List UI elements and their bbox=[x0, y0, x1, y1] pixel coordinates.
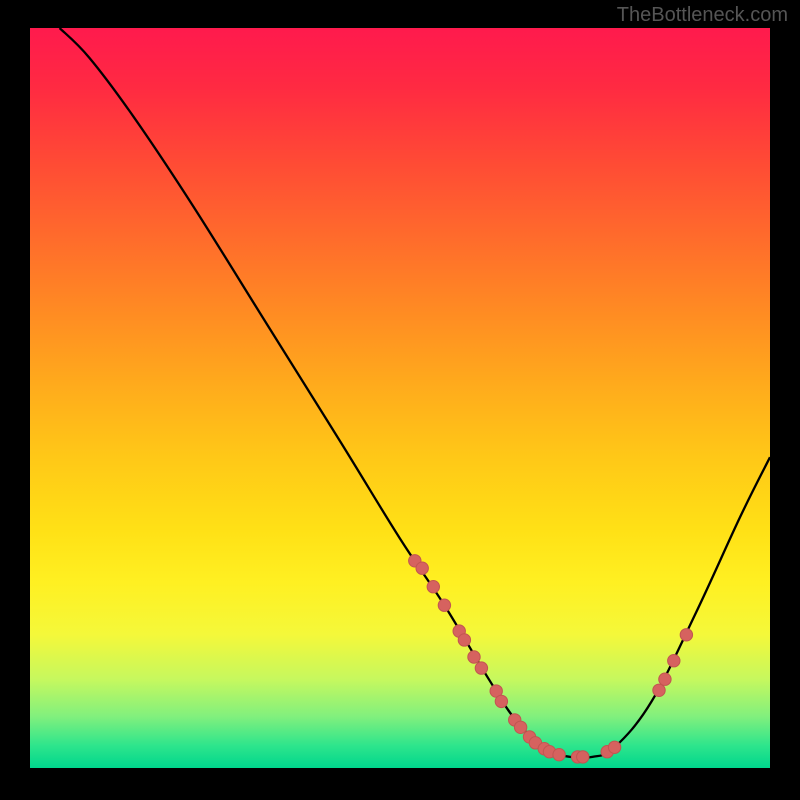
plot-area bbox=[30, 28, 770, 768]
data-marker bbox=[416, 562, 428, 574]
watermark-text: TheBottleneck.com bbox=[617, 4, 788, 27]
data-marker bbox=[608, 741, 620, 753]
data-marker bbox=[553, 748, 565, 760]
data-marker bbox=[458, 634, 470, 646]
data-marker bbox=[475, 662, 487, 674]
data-marker bbox=[495, 695, 507, 707]
data-marker bbox=[653, 684, 665, 696]
data-marker bbox=[577, 751, 589, 763]
data-marker bbox=[680, 629, 692, 641]
chart-container: TheBottleneck.com bbox=[0, 0, 800, 800]
data-marker bbox=[427, 581, 439, 593]
data-marker bbox=[468, 651, 480, 663]
data-marker bbox=[668, 655, 680, 667]
data-marker bbox=[438, 599, 450, 611]
marker-group bbox=[409, 555, 693, 764]
bottleneck-curve bbox=[60, 28, 770, 758]
chart-svg bbox=[30, 28, 770, 768]
data-marker bbox=[514, 721, 526, 733]
data-marker bbox=[659, 673, 671, 685]
